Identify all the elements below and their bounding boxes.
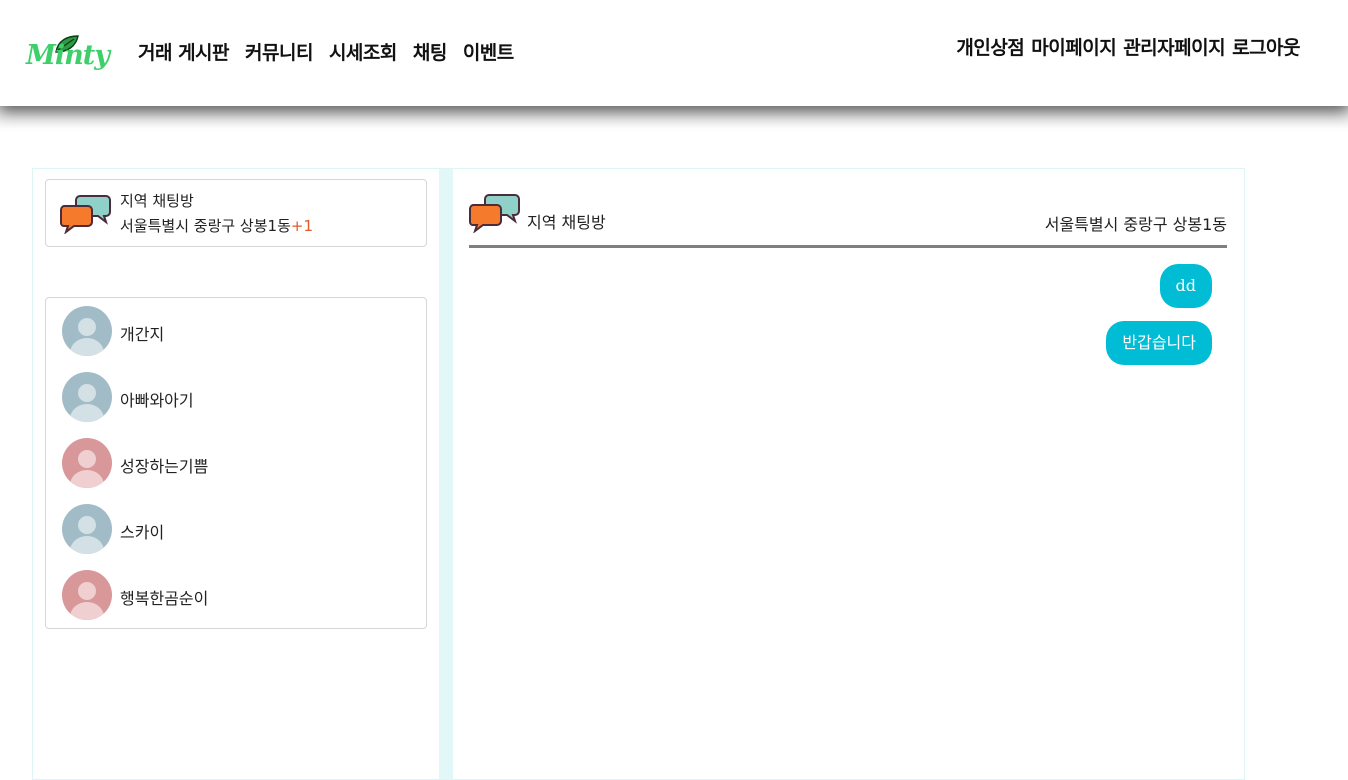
user-avatar-icon [62,372,112,422]
nav-price-lookup[interactable]: 시세조회 [329,38,397,65]
pane-divider[interactable] [439,169,453,779]
list-item[interactable]: 아빠와아기 [62,372,402,424]
room-card[interactable]: 지역 채팅방 서울특별시 중랑구 상봉1동+1 [45,179,427,247]
list-item[interactable]: 행복한곰순이 [62,570,402,622]
user-nav: 개인상점 마이페이지 관리자페이지 로그아웃 [949,33,1300,60]
header-shadow [0,106,1348,130]
chat-sidebar: 지역 채팅방 서울특별시 중랑구 상봉1동+1 개간지 아빠와아기 성장하는기쁨… [33,169,439,779]
user-avatar-icon [62,306,112,356]
user-avatar-icon [62,570,112,620]
user-name: 아빠와아기 [120,391,194,410]
nav-event[interactable]: 이벤트 [463,38,514,65]
minty-logo[interactable]: Minty [14,30,110,80]
main-nav: 거래 게시판 커뮤니티 시세조회 채팅 이벤트 [138,38,530,65]
room-location: 서울특별시 중랑구 상봉1동 [120,217,291,235]
nav-community[interactable]: 커뮤니티 [245,38,313,65]
nav-trade-board[interactable]: 거래 게시판 [138,38,230,65]
room-title: 지역 채팅방 [120,192,194,210]
chat-message: 반갑습니다 [1106,321,1212,365]
user-avatar-icon [62,504,112,554]
user-name: 성장하는기쁨 [120,457,209,476]
nav-personal-shop[interactable]: 개인상점 [956,33,1024,60]
nav-logout[interactable]: 로그아웃 [1232,33,1300,60]
chat-pane: 지역 채팅방 서울특별시 중랑구 상봉1동 dd 반갑습니다 [453,169,1244,779]
participant-list: 개간지 아빠와아기 성장하는기쁨 스카이 행복한곰순이 [45,297,427,629]
list-item[interactable]: 개간지 [62,306,402,358]
room-extra-count: +1 [290,217,314,235]
user-avatar-icon [62,438,112,488]
chat-message: dd [1159,264,1212,308]
top-header: Minty 거래 게시판 커뮤니티 시세조회 채팅 이벤트 개인상점 마이페이지… [0,0,1348,106]
user-name: 개간지 [120,325,165,344]
list-item[interactable]: 스카이 [62,504,402,556]
chat-header: 지역 채팅방 서울특별시 중랑구 상봉1동 [469,179,1227,248]
user-name: 행복한곰순이 [120,589,209,608]
nav-my-page[interactable]: 마이페이지 [1031,33,1116,60]
nav-admin-page[interactable]: 관리자페이지 [1123,33,1225,60]
list-item[interactable]: 성장하는기쁨 [62,438,402,490]
chat-bubbles-icon [469,194,520,233]
logo-text: Minty [26,40,110,71]
chat-bubbles-icon [60,195,111,234]
chat-title: 지역 채팅방 [527,213,606,232]
room-location-line: 서울특별시 중랑구 상봉1동+1 [120,215,313,236]
user-name: 스카이 [120,523,165,542]
chat-container: 지역 채팅방 서울특별시 중랑구 상봉1동+1 개간지 아빠와아기 성장하는기쁨… [32,168,1245,780]
nav-chat[interactable]: 채팅 [413,38,447,65]
chat-location: 서울특별시 중랑구 상봉1동 [1044,215,1227,234]
